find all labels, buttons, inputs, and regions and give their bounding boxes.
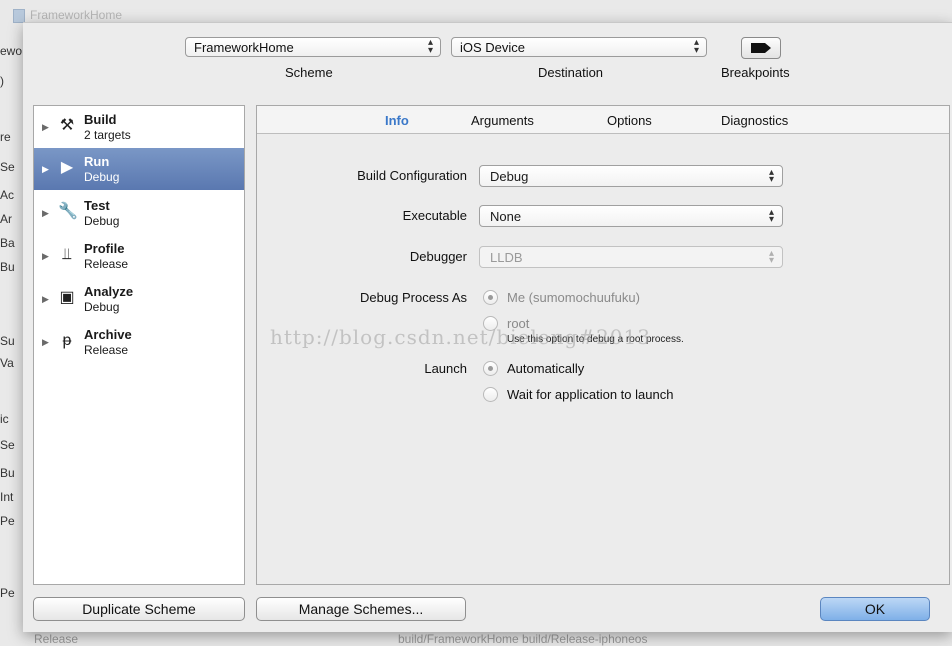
action-name: Build bbox=[84, 112, 117, 127]
debug-process-as-label: Debug Process As bbox=[360, 290, 467, 305]
wrench-icon: 🔧 bbox=[58, 203, 78, 220]
action-run[interactable]: ▶ ▶ Run Debug bbox=[34, 148, 244, 190]
profile-icon: ⫫ bbox=[62, 246, 72, 263]
disclosure-triangle-icon[interactable]: ▶ bbox=[42, 294, 49, 305]
bg-fragment: re bbox=[0, 130, 11, 144]
action-name: Run bbox=[84, 154, 110, 169]
bg-fragment: Su bbox=[0, 334, 15, 348]
scheme-action-list: ▶ ⚒ Build 2 targets ▶ ▶ Run Debug ▶ 🔧 Te… bbox=[33, 105, 245, 585]
popup-arrows-icon: ▴ ▾ bbox=[427, 37, 433, 56]
action-analyze[interactable]: ▶ ▣ Analyze Debug bbox=[34, 278, 244, 320]
bg-fragment: ic bbox=[0, 412, 9, 426]
popup-arrows-icon: ▴ ▾ bbox=[768, 248, 774, 266]
hammer-icon: ⚒ bbox=[59, 117, 75, 134]
scheme-label: Scheme bbox=[285, 65, 333, 80]
executable-value: None bbox=[490, 209, 522, 224]
build-configuration-value: Debug bbox=[490, 169, 529, 184]
bg-fragment: Ba bbox=[0, 236, 15, 250]
action-detail: 2 targets bbox=[84, 128, 131, 142]
popup-arrows-icon: ▴ ▾ bbox=[768, 167, 774, 185]
executable-popup[interactable]: None ▴ ▾ bbox=[479, 205, 783, 227]
disclosure-triangle-icon[interactable]: ▶ bbox=[42, 337, 49, 348]
breakpoint-icon bbox=[751, 43, 771, 53]
action-detail: Release bbox=[84, 257, 129, 271]
bg-fragment: ) bbox=[0, 74, 4, 88]
scheme-popup-value: FrameworkHome bbox=[194, 40, 294, 55]
disclosure-triangle-icon[interactable]: ▶ bbox=[42, 164, 49, 175]
disclosure-triangle-icon[interactable]: ▶ bbox=[42, 122, 49, 133]
breakpoints-button[interactable] bbox=[741, 37, 781, 59]
action-name: Profile bbox=[84, 241, 125, 256]
me-radio[interactable] bbox=[483, 290, 498, 305]
launch-label: Launch bbox=[424, 361, 467, 376]
action-name: Test bbox=[84, 198, 110, 213]
bg-bottom-fragment: Release bbox=[34, 632, 79, 646]
ok-button[interactable]: OK bbox=[820, 597, 930, 621]
destination-label: Destination bbox=[538, 65, 604, 80]
background-window-title: FrameworkHome bbox=[30, 8, 123, 22]
popup-arrows-icon: ▴ ▾ bbox=[768, 207, 774, 225]
archive-icon: ᵽ bbox=[62, 332, 72, 349]
executable-label: Executable bbox=[402, 208, 467, 223]
scheme-popup[interactable]: FrameworkHome ▴ ▾ bbox=[185, 37, 441, 57]
action-detail: Release bbox=[84, 343, 129, 357]
background-bottom-row: Release build/FrameworkHome build/Releas… bbox=[0, 632, 952, 646]
build-configuration-label: Build Configuration bbox=[357, 168, 467, 183]
bg-fragment: Int bbox=[0, 490, 14, 504]
bg-fragment: ewo bbox=[0, 44, 23, 58]
tab-options[interactable]: Options bbox=[607, 113, 652, 128]
automatically-radio-label: Automatically bbox=[507, 361, 585, 376]
debugger-label: Debugger bbox=[409, 249, 467, 264]
action-build[interactable]: ▶ ⚒ Build 2 targets bbox=[34, 106, 244, 148]
tab-info[interactable]: Info bbox=[385, 113, 409, 128]
action-detail: Debug bbox=[84, 214, 120, 228]
action-detail: Debug bbox=[84, 170, 120, 184]
action-profile[interactable]: ▶ ⫫ Profile Release bbox=[34, 235, 244, 277]
background-left-column: ewo ) re Se Ac Ar Ba Bu Su Va ic Se Bu I… bbox=[0, 30, 24, 646]
tab-arguments[interactable]: Arguments bbox=[471, 113, 534, 128]
bg-fragment: Va bbox=[0, 356, 14, 370]
action-name: Archive bbox=[84, 327, 132, 342]
action-archive[interactable]: ▶ ᵽ Archive Release bbox=[34, 321, 244, 363]
action-test[interactable]: ▶ 🔧 Test Debug bbox=[34, 192, 244, 234]
manage-schemes-button[interactable]: Manage Schemes... bbox=[256, 597, 466, 621]
breakpoints-label: Breakpoints bbox=[721, 65, 790, 80]
disclosure-triangle-icon[interactable]: ▶ bbox=[42, 208, 49, 219]
bg-fragment: Ar bbox=[0, 212, 12, 226]
disclosure-triangle-icon[interactable]: ▶ bbox=[42, 251, 49, 262]
action-name: Analyze bbox=[84, 284, 134, 299]
build-configuration-popup[interactable]: Debug ▴ ▾ bbox=[479, 165, 783, 187]
debugger-popup: LLDB ▴ ▾ bbox=[479, 246, 783, 268]
bg-fragment: Bu bbox=[0, 260, 15, 274]
popup-arrows-icon: ▴ ▾ bbox=[693, 37, 699, 56]
play-icon: ▶ bbox=[60, 159, 74, 176]
document-icon bbox=[13, 9, 25, 23]
bg-fragment: Se bbox=[0, 160, 15, 174]
bg-bottom-fragment: build/FrameworkHome build/Release-iphone… bbox=[398, 632, 648, 646]
automatically-radio[interactable] bbox=[483, 361, 498, 376]
bg-fragment: Pe bbox=[0, 586, 15, 600]
settings-tab-bar: Info Arguments Options Diagnostics bbox=[257, 106, 949, 134]
destination-popup[interactable]: iOS Device ▴ ▾ bbox=[451, 37, 707, 57]
wait-for-launch-radio[interactable] bbox=[483, 387, 498, 402]
analyze-icon: ▣ bbox=[59, 289, 75, 306]
wait-for-launch-radio-label: Wait for application to launch bbox=[507, 387, 674, 402]
bg-fragment: Se bbox=[0, 438, 15, 452]
bg-fragment: Bu bbox=[0, 466, 15, 480]
duplicate-scheme-button[interactable]: Duplicate Scheme bbox=[33, 597, 245, 621]
destination-popup-value: iOS Device bbox=[460, 40, 526, 55]
bg-fragment: Ac bbox=[0, 188, 15, 202]
action-detail: Debug bbox=[84, 300, 120, 314]
debugger-value: LLDB bbox=[490, 250, 523, 265]
bg-fragment: Pe bbox=[0, 514, 15, 528]
tab-diagnostics[interactable]: Diagnostics bbox=[721, 113, 788, 128]
watermark: http://blog.csdn.net/bieleng#2013 bbox=[270, 325, 651, 349]
me-radio-label: Me (sumomochuufuku) bbox=[507, 290, 640, 305]
